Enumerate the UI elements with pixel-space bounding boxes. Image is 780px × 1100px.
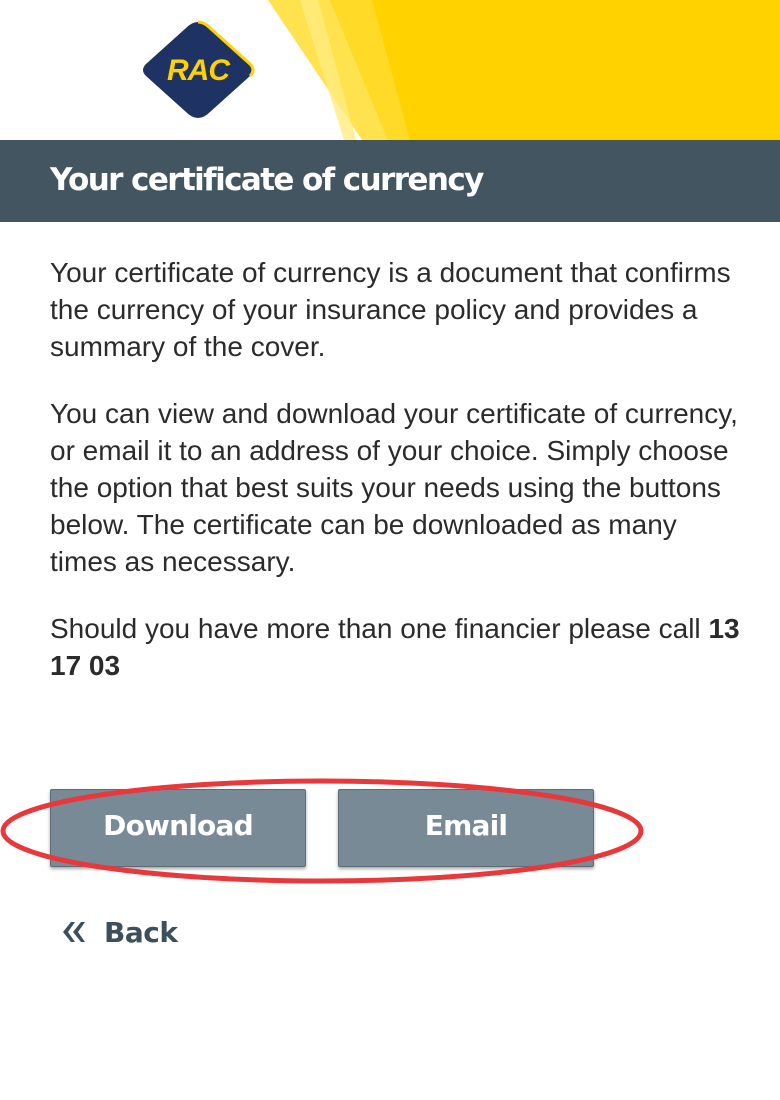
- certificate-page: RAC Your certificate of currency Your ce…: [0, 0, 780, 1100]
- double-chevron-left-icon: [60, 920, 86, 944]
- back-link[interactable]: Back: [60, 910, 178, 954]
- page-title: Your certificate of currency: [50, 162, 484, 198]
- email-button[interactable]: Email: [338, 789, 594, 867]
- financier-text: Should you have more than one financier …: [50, 613, 709, 644]
- action-buttons: Download Email: [50, 789, 610, 869]
- download-button[interactable]: Download: [50, 789, 306, 867]
- header-banner: RAC: [0, 0, 780, 140]
- header-graphic: [268, 0, 780, 140]
- title-bar: Your certificate of currency: [0, 140, 780, 222]
- back-label: Back: [104, 915, 178, 949]
- instructions-paragraph: You can view and download your certifica…: [50, 398, 738, 577]
- logo-text: RAC: [167, 54, 230, 87]
- content-body: Your certificate of currency is a docume…: [50, 254, 750, 714]
- rac-logo[interactable]: RAC: [138, 18, 258, 122]
- intro-paragraph: Your certificate of currency is a docume…: [50, 257, 731, 362]
- financier-paragraph: Should you have more than one financier …: [50, 610, 750, 684]
